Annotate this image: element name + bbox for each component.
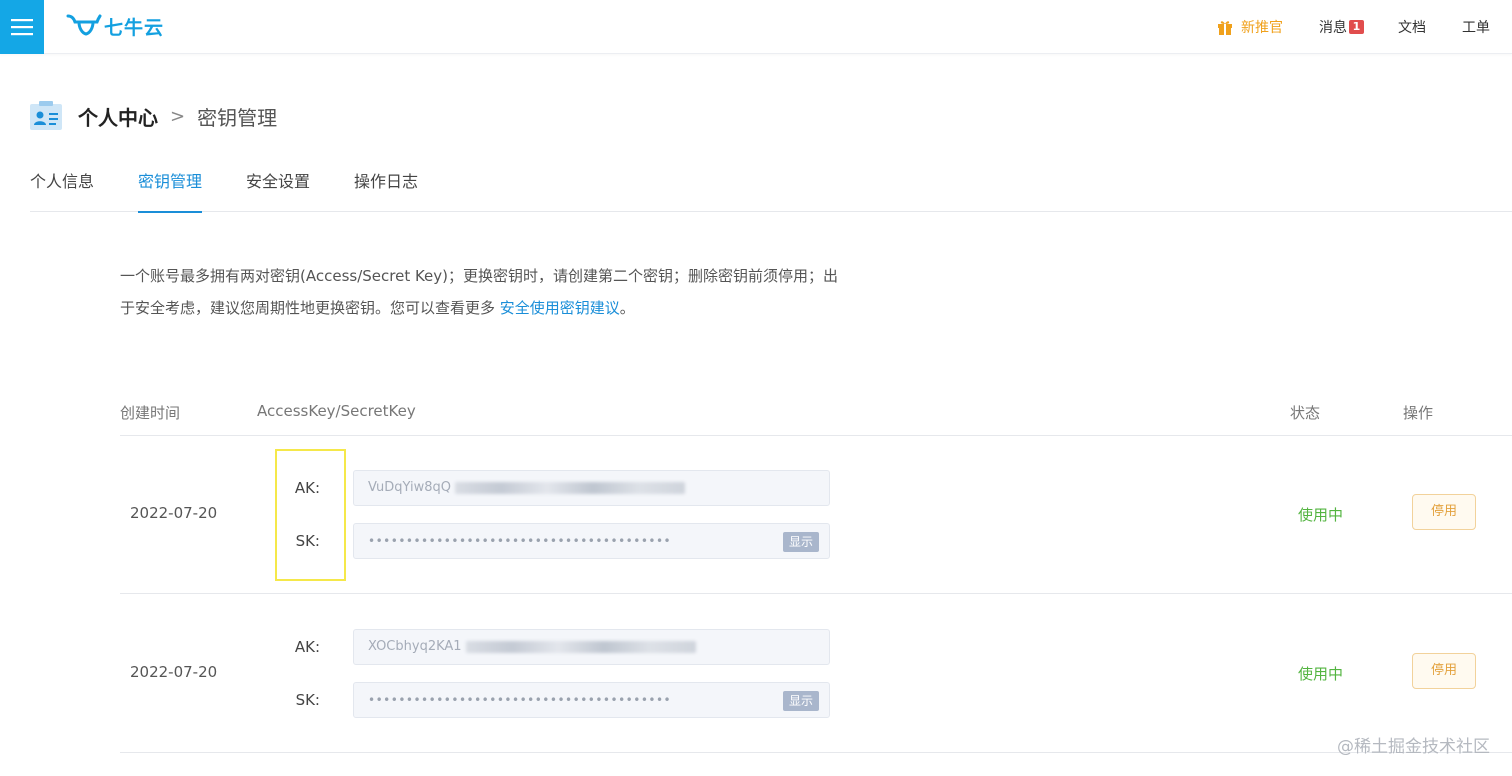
ticket-link[interactable]: 工单 (1462, 17, 1490, 37)
promo-label: 新推官 (1241, 20, 1283, 36)
messages-link[interactable]: 消息 1 (1319, 17, 1364, 37)
tab-key-management[interactable]: 密钥管理 (138, 162, 203, 213)
access-key-value: XOCbhyq2KA1 (368, 639, 462, 654)
breadcrumb-root[interactable]: 个人中心 (78, 102, 158, 131)
key-notice: 一个账号最多拥有两对密钥(Access/Secret Key)；更换密钥时，请创… (120, 260, 840, 324)
show-secret-button[interactable]: 显示 (782, 532, 819, 552)
docs-link[interactable]: 文档 (1398, 17, 1426, 37)
header-created-time: 创建时间 (120, 404, 181, 422)
breadcrumb: 个人中心 > 密钥管理 (30, 100, 277, 132)
blurred-key-redaction (455, 481, 685, 494)
status-badge: 使用中 (1298, 506, 1344, 524)
menu-button[interactable] (0, 0, 44, 54)
table-header: 创建时间 AccessKey/SecretKey 状态 操作 (120, 388, 1512, 436)
disable-key-button[interactable]: 停用 (1412, 494, 1476, 530)
tab-operation-log[interactable]: 操作日志 (354, 162, 418, 212)
brand-logo[interactable]: 七牛云 (66, 11, 164, 41)
tab-bar: 个人信息 密钥管理 安全设置 操作日志 (30, 162, 1512, 213)
secret-key-field[interactable]: ••••••••••••••••••••••••••••••••••••••••… (353, 682, 830, 718)
access-key-field[interactable]: VuDqYiw8qQ (353, 470, 830, 506)
table-row: 2022-07-20 AK: XOCbhyq2KA1 SK: •••••••••… (120, 595, 1512, 753)
tab-profile[interactable]: 个人信息 (30, 162, 94, 212)
created-date: 2022-07-20 (130, 663, 218, 681)
header-keys: AccessKey/SecretKey (257, 402, 416, 420)
messages-label: 消息 (1319, 20, 1347, 36)
header-action: 操作 (1403, 404, 1434, 422)
id-card-icon (30, 101, 62, 130)
hamburger-icon (11, 19, 33, 36)
security-advice-link[interactable]: 安全使用密钥建议 (500, 299, 620, 317)
breadcrumb-current: 密钥管理 (197, 105, 278, 130)
header-status: 状态 (1290, 404, 1321, 422)
tab-security-settings[interactable]: 安全设置 (246, 162, 310, 212)
annotation-highlight-box (275, 449, 346, 581)
sk-label: SK: (295, 691, 320, 709)
notice-text: 一个账号最多拥有两对密钥(Access/Secret Key)；更换密钥时，请创… (120, 267, 839, 317)
gift-icon (1218, 21, 1232, 35)
secret-key-masked: •••••••••••••••••••••••••••••••••••••••• (368, 534, 672, 548)
promo-link[interactable]: 新推官 (1217, 17, 1283, 37)
show-secret-button[interactable]: 显示 (782, 691, 819, 711)
ticket-label: 工单 (1462, 20, 1490, 36)
blurred-key-redaction (465, 640, 696, 653)
qiniu-logo-icon (66, 14, 102, 36)
top-navbar: 七牛云 新推官 消息 1 文档 工单 (0, 0, 1512, 54)
secret-key-masked: •••••••••••••••••••••••••••••••••••••••• (368, 693, 672, 707)
access-key-value: VuDqYiw8qQ (368, 480, 451, 495)
created-date: 2022-07-20 (130, 504, 218, 522)
notice-suffix: 。 (619, 299, 635, 317)
brand-name: 七牛云 (104, 16, 165, 39)
status-badge: 使用中 (1298, 665, 1344, 683)
messages-count-badge: 1 (1349, 20, 1364, 34)
top-right-links: 新推官 消息 1 文档 工单 (1217, 0, 1512, 54)
ak-label: AK: (294, 638, 320, 656)
secret-key-field[interactable]: ••••••••••••••••••••••••••••••••••••••••… (353, 523, 830, 559)
docs-label: 文档 (1398, 20, 1426, 36)
breadcrumb-separator: > (170, 105, 186, 127)
access-key-field[interactable]: XOCbhyq2KA1 (353, 629, 830, 665)
disable-key-button[interactable]: 停用 (1412, 653, 1476, 689)
watermark: @稀土掘金技术社区 (1337, 737, 1490, 757)
